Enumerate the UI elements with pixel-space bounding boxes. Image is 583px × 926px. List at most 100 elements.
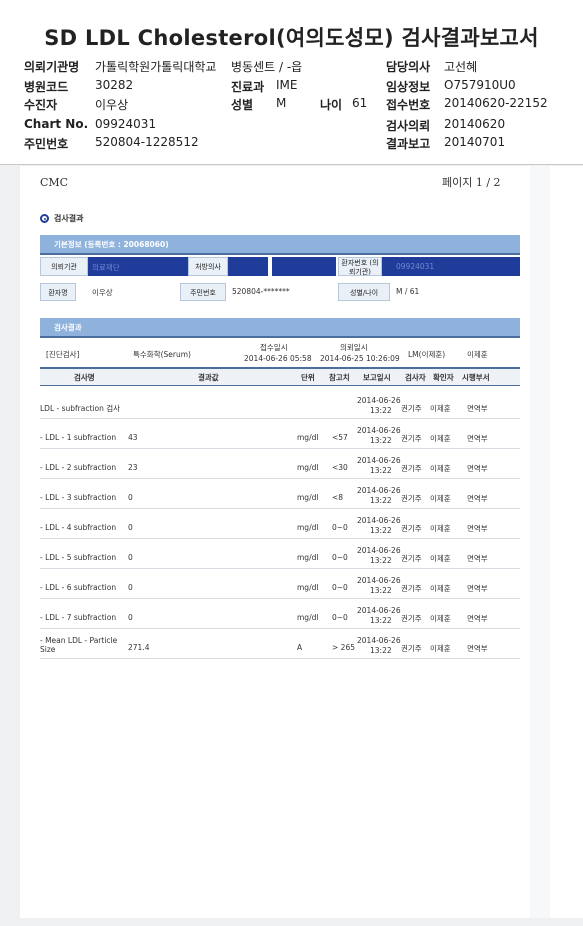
cell-result: 0 bbox=[128, 583, 133, 592]
results-bar-label: 검사결과 bbox=[54, 323, 82, 332]
cell-ref: 0~0 bbox=[332, 613, 348, 622]
report-header: SD LDL Cholesterol(여의도성모) 검사결과보고서 의뢰기관명 … bbox=[0, 0, 583, 165]
cell-ref: <30 bbox=[332, 463, 348, 472]
cell-report-time: 13:22 bbox=[370, 436, 392, 445]
cell-test-name: - LDL - 4 subfraction bbox=[40, 523, 117, 532]
resident-label: 주민번호 bbox=[180, 283, 226, 301]
basic-info-bar: 기본정보 (등록번호 : 20068060) bbox=[40, 235, 520, 255]
cell-result: 271.4 bbox=[128, 643, 150, 652]
cell-test-name: - Mean LDL - Particle Size bbox=[40, 636, 118, 654]
cell-report-time: 13:22 bbox=[370, 526, 392, 535]
patient-no-label: 환자번호 (의뢰기관) bbox=[338, 257, 382, 276]
age-label: 나이 bbox=[320, 98, 343, 112]
sex-value: M bbox=[276, 96, 287, 110]
reviewer-label: LM(이제훈) bbox=[408, 350, 446, 359]
cell-ref: 0~0 bbox=[332, 553, 348, 562]
received-value: 2014-06-26 05:58 bbox=[244, 354, 312, 363]
row-divider bbox=[40, 658, 520, 659]
cell-report-date: 2014-06-26 bbox=[357, 516, 401, 525]
resident-value: 520804-******* bbox=[232, 287, 290, 296]
hospital-code-value: 30282 bbox=[95, 78, 134, 92]
cell-tester: 권기주 bbox=[401, 614, 422, 623]
patient-value: 이우상 bbox=[95, 98, 129, 112]
hospital-code-label: 병원코드 bbox=[24, 80, 69, 94]
col-dept-header: 시행부서 bbox=[462, 373, 490, 382]
row-divider bbox=[40, 508, 520, 509]
cell-test-name: - LDL - 3 subfraction bbox=[40, 493, 117, 502]
page-number: 페이지 1 / 2 bbox=[442, 176, 501, 189]
cell-checker: 이제훈 bbox=[430, 554, 451, 563]
request-date-value: 20140620 bbox=[444, 117, 506, 131]
cell-unit: mg/dl bbox=[297, 433, 319, 442]
report-date-value: 20140701 bbox=[444, 135, 506, 149]
cell-dept: 면역부 bbox=[467, 554, 488, 563]
cell-tester: 권기주 bbox=[401, 644, 422, 653]
cell-tester: 권기주 bbox=[401, 584, 422, 593]
institution-value: 가톨릭학원가톨릭대학교 bbox=[95, 60, 217, 74]
cell-ref: <57 bbox=[332, 433, 348, 442]
cell-unit: mg/dl bbox=[297, 493, 319, 502]
cell-report-date: 2014-06-26 bbox=[357, 636, 401, 645]
requested-value: 2014-06-25 10:26:09 bbox=[320, 354, 400, 363]
cell-report-time: 13:22 bbox=[370, 406, 392, 415]
section-title: 검사결과 bbox=[54, 214, 84, 223]
age-value: 61 bbox=[352, 96, 368, 110]
col-unit-header: 단위 bbox=[301, 373, 315, 382]
row-divider bbox=[40, 478, 520, 479]
cell-dept: 면역부 bbox=[467, 614, 488, 623]
cell-tester: 권기주 bbox=[401, 524, 422, 533]
row-divider bbox=[40, 568, 520, 569]
clinical-info-label: 임상정보 bbox=[386, 80, 431, 94]
table-header-rule bbox=[40, 385, 520, 386]
req-inst-value: 의료재단 bbox=[92, 263, 120, 272]
cell-test-name: - LDL - 2 subfraction bbox=[40, 463, 117, 472]
cell-test-name: - LDL - 7 subfraction bbox=[40, 613, 117, 622]
section-bullet-icon bbox=[40, 214, 49, 223]
cell-test-name: LDL - subfraction 검사 bbox=[40, 404, 121, 413]
cell-tester: 권기주 bbox=[401, 554, 422, 563]
sex-label: 성별 bbox=[231, 98, 254, 112]
prescriber-box bbox=[228, 257, 268, 276]
doctor-value: 고선혜 bbox=[444, 60, 478, 74]
sexage-label: 성별/나이 bbox=[338, 283, 390, 301]
cell-tester: 권기주 bbox=[401, 464, 422, 473]
cell-report-date: 2014-06-26 bbox=[357, 396, 401, 405]
dept-label: 진료과 bbox=[231, 80, 265, 94]
cell-report-date: 2014-06-26 bbox=[357, 546, 401, 555]
patient-no-value: 09924031 bbox=[396, 262, 435, 271]
request-date-label: 검사의뢰 bbox=[386, 119, 431, 133]
cell-unit: mg/dl bbox=[297, 583, 319, 592]
cell-report-date: 2014-06-26 bbox=[357, 576, 401, 585]
specimen-value: 특수화학(Serum) bbox=[133, 350, 191, 359]
cell-tester: 권기주 bbox=[401, 434, 422, 443]
cell-tester: 권기주 bbox=[401, 494, 422, 503]
resident-no-label: 주민번호 bbox=[24, 137, 69, 151]
cell-result: 43 bbox=[128, 433, 138, 442]
cell-checker: 이제훈 bbox=[430, 584, 451, 593]
cell-report-time: 13:22 bbox=[370, 586, 392, 595]
cell-report-time: 13:22 bbox=[370, 496, 392, 505]
cell-dept: 면역부 bbox=[467, 434, 488, 443]
scan-shadow bbox=[530, 166, 550, 918]
cell-unit: A bbox=[297, 643, 303, 652]
col-value-header: 결과값 bbox=[198, 373, 219, 382]
cell-report-time: 13:22 bbox=[370, 646, 392, 655]
cell-result: 0 bbox=[128, 493, 133, 502]
cell-test-name: - LDL - 1 subfraction bbox=[40, 433, 117, 442]
cmc-label: CMC bbox=[40, 176, 69, 189]
cell-report-date: 2014-06-26 bbox=[357, 606, 401, 615]
row-divider bbox=[40, 448, 520, 449]
cell-result: 23 bbox=[128, 463, 138, 472]
col-ref-header: 참고치 bbox=[329, 373, 350, 382]
cell-ref: <8 bbox=[332, 493, 344, 502]
cell-result: 0 bbox=[128, 553, 133, 562]
cell-dept: 면역부 bbox=[467, 494, 488, 503]
prescriber-label: 처방의사 bbox=[188, 257, 228, 276]
col-name-header: 검사명 bbox=[74, 373, 95, 382]
right-margin bbox=[550, 166, 583, 918]
cell-dept: 면역부 bbox=[467, 644, 488, 653]
receipt-no-label: 접수번호 bbox=[386, 98, 431, 112]
cell-unit: mg/dl bbox=[297, 463, 319, 472]
cell-checker: 이제훈 bbox=[430, 494, 451, 503]
receipt-no-value: 20140620-22152 bbox=[444, 96, 548, 110]
